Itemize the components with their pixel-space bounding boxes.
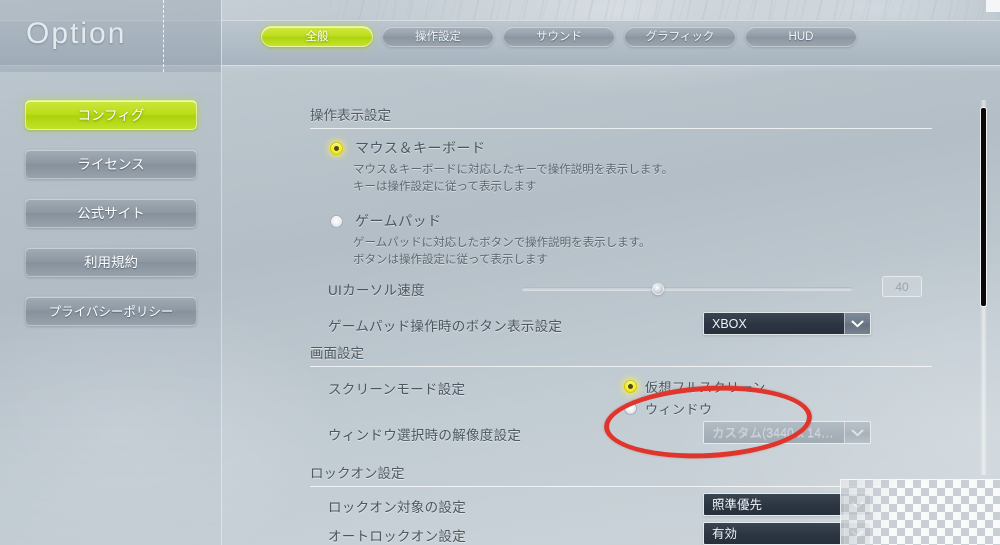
radio-label-windowed: ウィンドウ [645,402,713,417]
section-lockon: ロックオン設定 [310,462,932,487]
radio-windowed-icon[interactable] [624,402,637,415]
desc-gamepad-line1: ゲームパッドに対応したボタンで操作説明を表示します。 [353,237,651,249]
section-screen: 画面設定 [310,342,932,367]
slider-track[interactable] [522,287,852,291]
row-screen-mode: スクリーンモード設定 [310,375,932,401]
page-title: Option [26,17,127,50]
scrollbar-thumb[interactable] [981,108,986,306]
tab-bar: 全般 操作設定 サウンド グラフィック HUD [261,26,857,47]
corner-notch [986,0,1000,12]
desc-mouse-keyboard: マウス＆キーボードに対応したキーで操作説明を表示します。 キーは操作設定に従って… [353,162,673,196]
radio-label-virtual-fullscreen: 仮想フルスクリーン [645,380,766,395]
radio-label-gamepad: ゲームパッド [355,213,442,229]
sidebar: コンフィグ ライセンス 公式サイト 利用規約 プライバシーポリシー [25,100,197,345]
dropdown-window-resolution[interactable]: カスタム(3440 x 1440) [703,421,871,444]
ui-cursor-speed-slider[interactable] [522,283,852,295]
dropdown-gamepad-button-display-value: XBOX [704,313,844,334]
dropdown-auto-lockon-value: 有効 [704,523,844,544]
radio-gamepad-icon[interactable] [330,214,343,228]
section-control-display: 操作表示設定 [310,104,932,129]
desc-mouse-keyboard-line2: キーは操作設定に従って表示します [353,181,537,193]
sidebar-item-official-site[interactable]: 公式サイト [25,198,197,228]
radio-row-gamepad[interactable]: ゲームパッド [330,211,442,231]
row-ui-cursor-speed: UIカーソル速度 40 [310,276,932,302]
row-lockon-target: ロックオン対象の設定 照準優先 [310,493,932,519]
radio-virtual-fullscreen-icon[interactable] [624,380,637,393]
section-title-lockon: ロックオン設定 [310,462,932,487]
label-ui-cursor-speed: UIカーソル速度 [328,283,425,298]
label-screen-mode: スクリーンモード設定 [328,382,466,397]
label-auto-lockon: オートロックオン設定 [328,529,466,544]
dropdown-lockon-target-value: 照準優先 [704,494,844,515]
row-auto-lockon: オートロックオン設定 有効 [310,522,932,545]
radio-row-windowed[interactable]: ウィンドウ [624,399,713,418]
section-title-screen: 画面設定 [310,342,932,367]
label-gamepad-button-display: ゲームパッド操作時のボタン表示設定 [328,319,563,334]
desc-gamepad: ゲームパッドに対応したボタンで操作説明を表示します。 ボタンは操作設定に従って表… [353,235,651,269]
row-window-resolution: ウィンドウ選択時の解像度設定 カスタム(3440 x 1440) [310,421,932,447]
tab-hud[interactable]: HUD [745,26,857,47]
checkerboard-fade [841,480,1000,545]
title-block: Option [0,0,222,72]
title-divider [163,0,164,72]
label-window-resolution: ウィンドウ選択時の解像度設定 [328,428,522,443]
sidebar-item-terms[interactable]: 利用規約 [25,247,197,277]
label-lockon-target: ロックオン対象の設定 [328,500,466,515]
radio-label-mouse-keyboard: マウス＆キーボード [355,140,486,156]
radio-row-mouse-keyboard[interactable]: マウス＆キーボード [330,138,486,158]
chevron-down-icon[interactable] [844,313,870,334]
option-screen: Option 全般 操作設定 サウンド グラフィック HUD コンフィグ ライセ… [0,0,1000,545]
tab-sound[interactable]: サウンド [503,26,615,47]
settings-content: 操作表示設定 マウス＆キーボード マウス＆キーボードに対応したキーで操作説明を表… [222,72,1000,545]
desc-gamepad-line2: ボタンは操作設定に従って表示します [353,254,548,266]
tab-general[interactable]: 全般 [261,26,373,47]
sidebar-item-privacy-policy[interactable]: プライバシーポリシー [25,296,197,326]
slider-knob[interactable] [652,283,665,295]
radio-mouse-keyboard-icon[interactable] [330,141,343,155]
row-gamepad-button-display: ゲームパッド操作時のボタン表示設定 XBOX [310,312,932,338]
sidebar-item-config[interactable]: コンフィグ [25,100,197,130]
transparency-checkerboard [840,479,1000,545]
section-title-control-display: 操作表示設定 [310,104,932,129]
radio-row-virtual-fullscreen[interactable]: 仮想フルスクリーン [624,377,766,396]
dropdown-window-resolution-value: カスタム(3440 x 1440) [704,422,844,443]
chevron-down-icon[interactable] [844,422,870,443]
desc-mouse-keyboard-line1: マウス＆キーボードに対応したキーで操作説明を表示します。 [353,164,674,176]
dropdown-gamepad-button-display[interactable]: XBOX [703,312,871,335]
ui-cursor-speed-value: 40 [882,276,922,297]
sidebar-item-license[interactable]: ライセンス [25,149,197,179]
tab-graphics[interactable]: グラフィック [624,26,736,47]
tab-controls[interactable]: 操作設定 [382,26,494,47]
